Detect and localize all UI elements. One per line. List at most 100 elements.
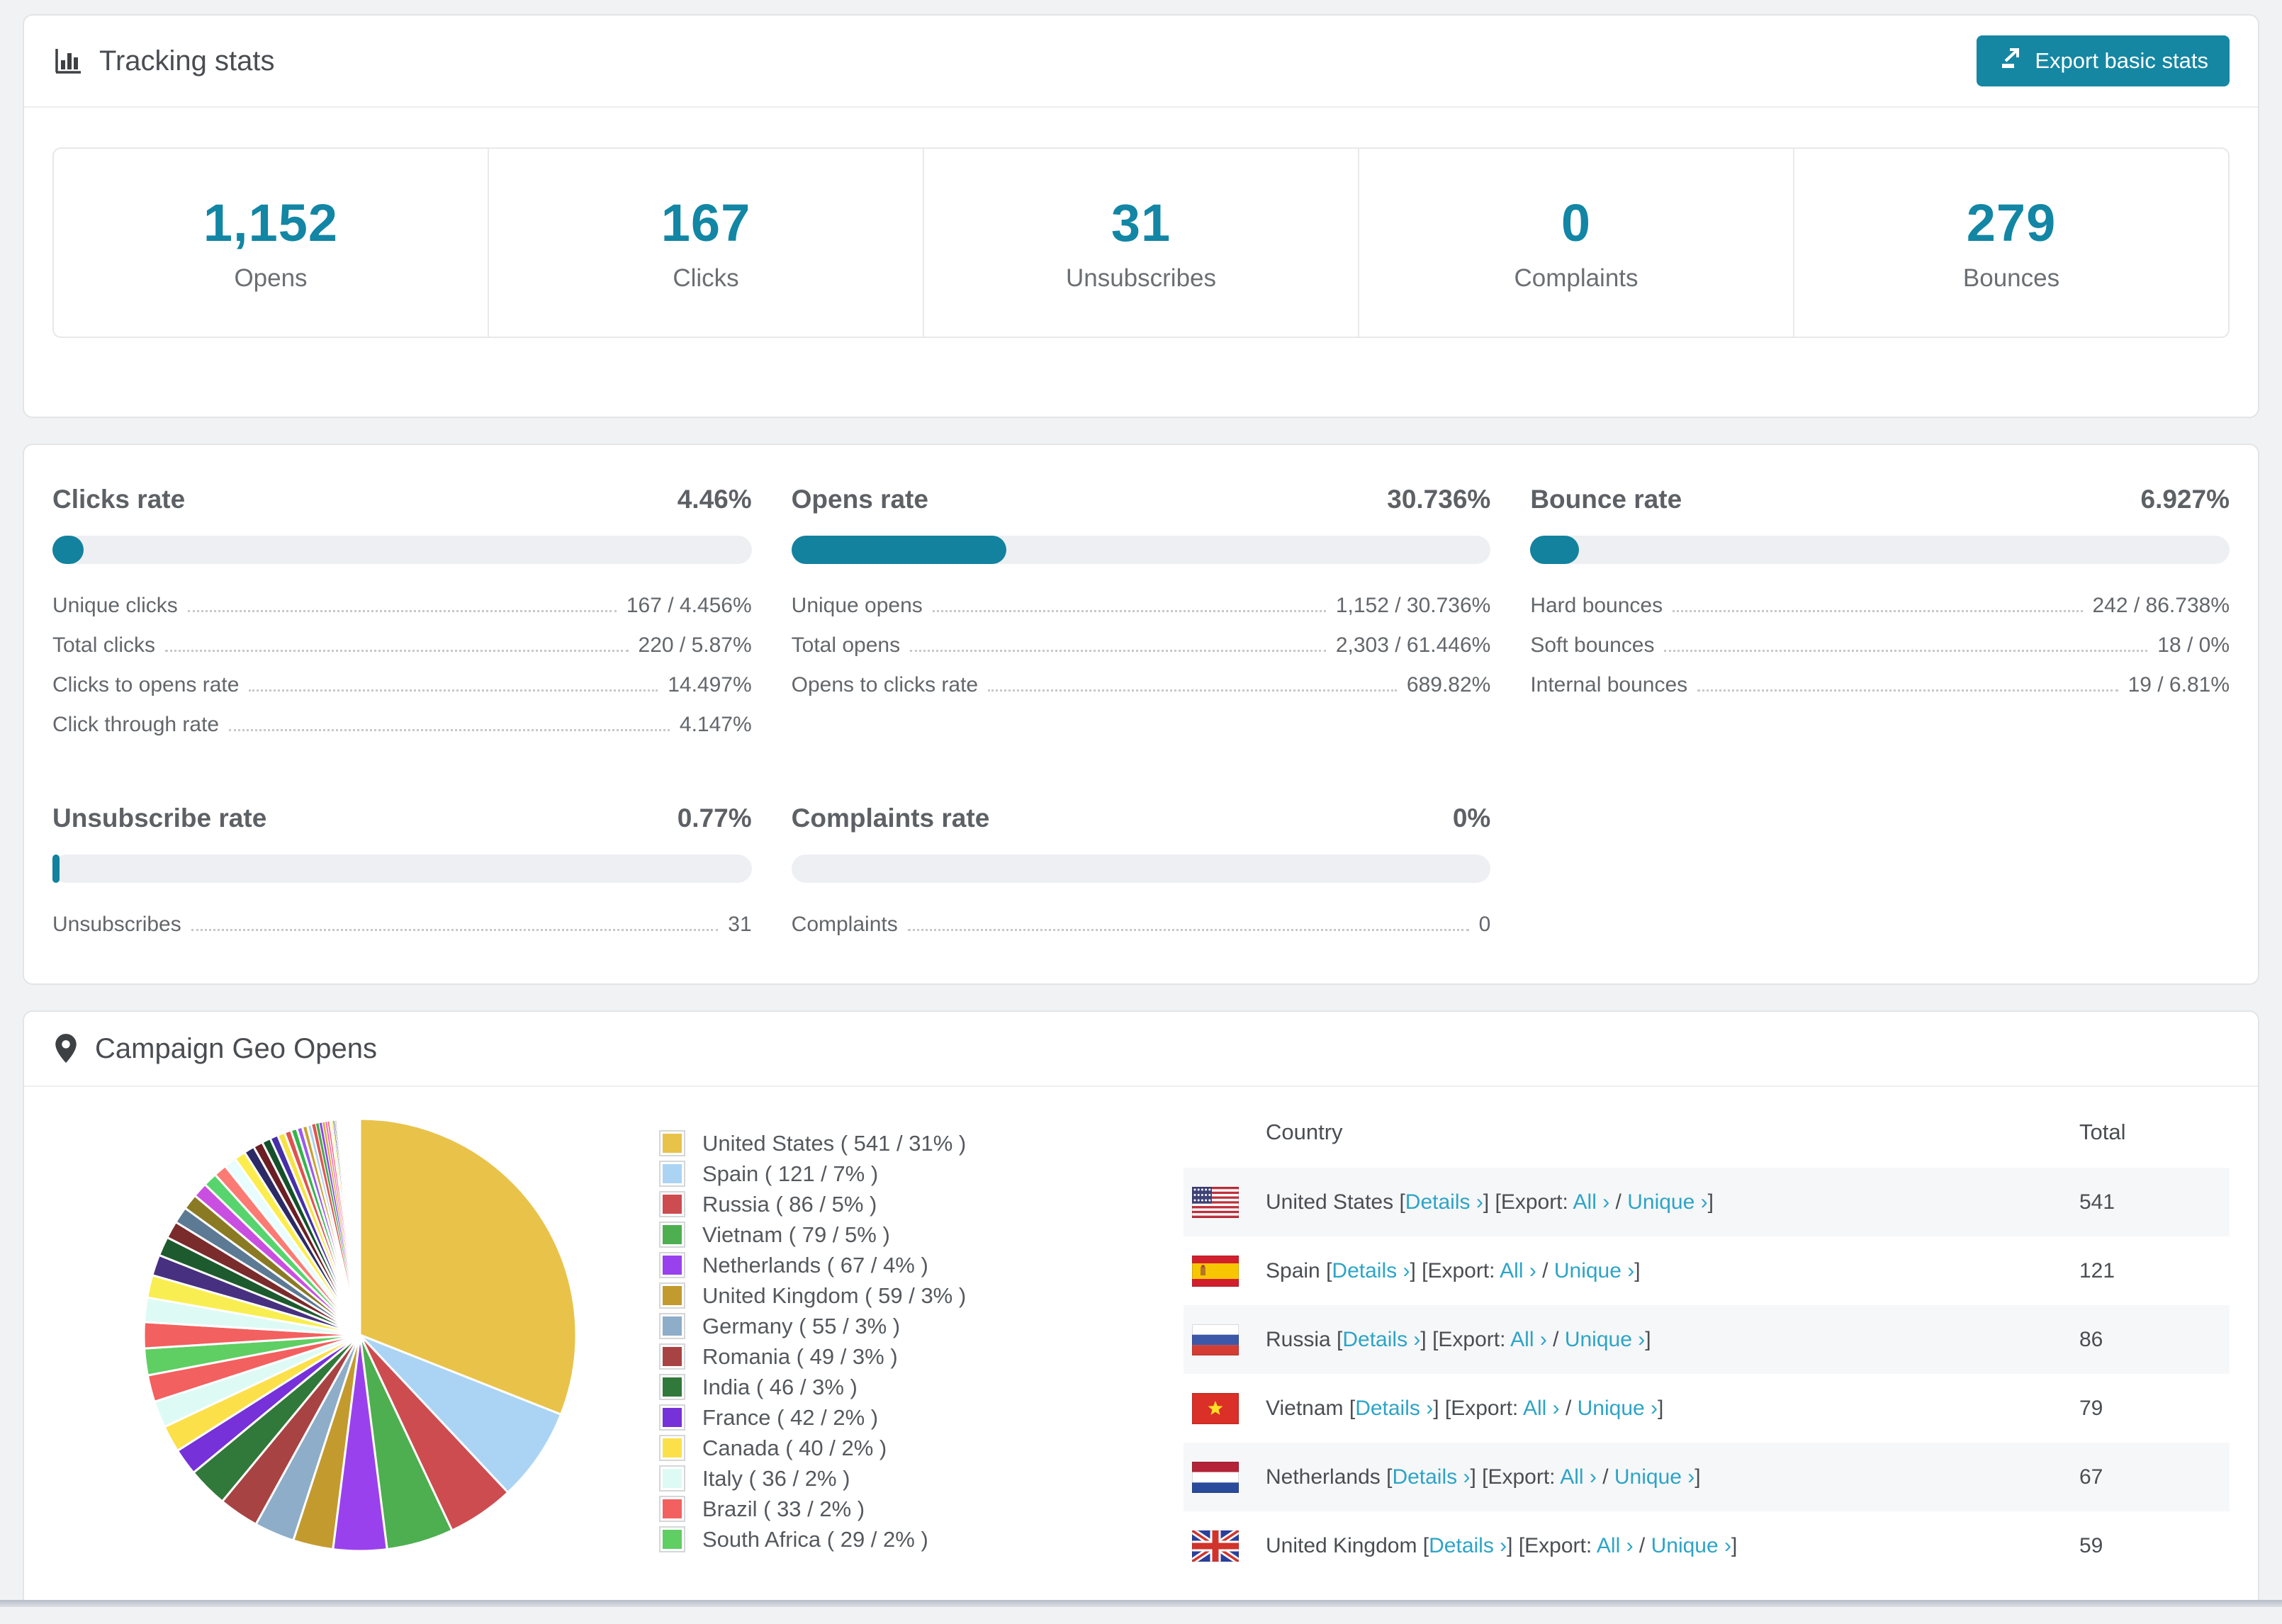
country-name: Netherlands <box>1266 1465 1381 1489</box>
country-flag-es <box>1192 1255 1239 1287</box>
total-column-header: Total <box>2079 1120 2126 1144</box>
detail-value: 19 / 6.81% <box>2128 673 2230 697</box>
rate-head: Clicks rate 4.46% <box>52 485 752 514</box>
legend-swatch <box>659 1465 685 1492</box>
total-value: 86 <box>2079 1327 2103 1351</box>
unsubscribe-rate-section: Unsubscribe rate 0.77% Unsubscribes 31 <box>52 803 752 952</box>
opens-rate-section: Opens rate 30.736% Unique opens 1,152 / 30.… <box>791 485 1491 752</box>
detail-value: 14.497% <box>668 673 752 697</box>
detail-row: Soft bounces 18 / 0% <box>1530 633 2230 673</box>
export-all-link[interactable]: All › <box>1510 1328 1547 1351</box>
export-unique-link[interactable]: Unique › <box>1554 1259 1634 1282</box>
detail-value: 31 <box>728 913 752 936</box>
detail-label: Unique clicks <box>52 594 178 617</box>
legend-item: Spain ( 121 / 7% ) <box>659 1158 1072 1189</box>
legend-label: Spain ( 121 / 7% ) <box>702 1161 879 1186</box>
rate-head: Bounce rate 6.927% <box>1530 485 2230 514</box>
legend-swatch <box>659 1252 685 1278</box>
export-all-link[interactable]: All › <box>1523 1397 1560 1420</box>
rate-value: 0.77% <box>677 803 752 833</box>
legend-label: Germany ( 55 / 3% ) <box>702 1313 901 1338</box>
stat-cell-bounces: 279 Bounces <box>1793 149 2228 337</box>
export-icon <box>1998 45 2023 77</box>
rate-rows: Complaints 0 <box>792 913 1491 952</box>
horizontal-scrollbar[interactable] <box>0 1600 2282 1607</box>
detail-row: Internal bounces 19 / 6.81% <box>1530 673 2230 713</box>
bounce-rate-section: Bounce rate 6.927% Hard bounces 242 / 86.73… <box>1530 485 2230 752</box>
legend-item: Canada ( 40 / 2% ) <box>659 1433 1072 1463</box>
legend-label: France ( 42 / 2% ) <box>702 1404 879 1430</box>
export-unique-link[interactable]: Unique › <box>1565 1328 1645 1351</box>
stats-summary-row: 1,152 Opens 167 Clicks 31 Unsubscribes 0 Compla… <box>52 147 2230 338</box>
rate-progress-track <box>52 855 752 883</box>
legend-label: Romania ( 49 / 3% ) <box>702 1343 898 1369</box>
rate-head: Opens rate 30.736% <box>792 485 1491 514</box>
page-title: Tracking stats <box>99 45 275 77</box>
export-all-link[interactable]: All › <box>1500 1259 1536 1282</box>
export-unique-link[interactable]: Unique › <box>1627 1190 1707 1214</box>
detail-row: Opens to clicks rate 689.82% <box>792 673 1491 713</box>
country-flag-gb <box>1192 1530 1239 1562</box>
legend-label: United States ( 541 / 31% ) <box>702 1130 967 1156</box>
rate-progress-fill <box>52 855 60 883</box>
geo-table-row: United States [Details ›] [Export: All ›… <box>1184 1168 2230 1236</box>
legend-swatch <box>659 1191 685 1217</box>
detail-value: 689.82% <box>1406 673 1491 697</box>
legend-item: Brazil ( 33 / 2% ) <box>659 1494 1072 1524</box>
details-link[interactable]: Details › <box>1342 1328 1420 1351</box>
detail-label: Total opens <box>791 633 901 657</box>
rate-title: Unsubscribe rate <box>52 803 267 833</box>
campaign-geo-opens-card: Campaign Geo Opens United States ( 541 /… <box>23 1010 2259 1574</box>
country-column-header: Country <box>1266 1120 1343 1144</box>
export-all-link[interactable]: All › <box>1597 1534 1634 1557</box>
legend-swatch <box>659 1313 685 1339</box>
dotted-leader <box>187 610 617 612</box>
detail-label: Internal bounces <box>1530 673 1688 697</box>
rate-rows: Hard bounces 242 / 86.738% Soft bounces 18 … <box>1530 594 2230 713</box>
export-all-link[interactable]: All › <box>1560 1465 1597 1489</box>
details-link[interactable]: Details › <box>1429 1534 1507 1557</box>
detail-label: Unsubscribes <box>52 913 181 936</box>
export-basic-stats-button[interactable]: Export basic stats <box>1977 35 2230 86</box>
rate-title: Complaints rate <box>791 803 990 833</box>
rate-title: Clicks rate <box>52 485 186 514</box>
legend-item: Vietnam ( 79 / 5% ) <box>659 1219 1072 1250</box>
tracking-stats-title: Tracking stats <box>52 45 274 77</box>
legend-swatch <box>659 1404 685 1431</box>
stat-value: 31 <box>1111 193 1171 252</box>
legend-label: South Africa ( 29 / 2% ) <box>702 1526 928 1552</box>
details-link[interactable]: Details › <box>1332 1259 1410 1282</box>
export-unique-link[interactable]: Unique › <box>1614 1465 1694 1489</box>
export-unique-link[interactable]: Unique › <box>1651 1534 1731 1557</box>
legend-label: Canada ( 40 / 2% ) <box>702 1435 887 1460</box>
total-value: 541 <box>2079 1190 2115 1214</box>
export-all-link[interactable]: All › <box>1573 1190 1610 1214</box>
details-link[interactable]: Details › <box>1355 1397 1433 1420</box>
stat-cell-complaints: 0 Complaints <box>1358 149 1793 337</box>
stat-label: Opens <box>234 264 308 292</box>
dotted-leader <box>907 929 1469 931</box>
rate-head: Unsubscribe rate 0.77% <box>52 803 752 833</box>
export-unique-link[interactable]: Unique › <box>1578 1397 1658 1420</box>
page: Tracking stats Export basic stats 1,152 O… <box>0 0 2282 1574</box>
detail-value: 2,303 / 61.446% <box>1335 633 1491 657</box>
details-link[interactable]: Details › <box>1405 1190 1483 1214</box>
stat-value: 0 <box>1561 193 1592 252</box>
stat-label: Unsubscribes <box>1065 264 1217 292</box>
geo-table-row: Russia [Details ›] [Export: All › / Uniq… <box>1184 1305 2230 1374</box>
details-link[interactable]: Details › <box>1392 1465 1470 1489</box>
rate-progress-fill <box>52 536 84 564</box>
complaints-rate-section: Complaints rate 0% Complaints 0 <box>791 803 1491 952</box>
detail-row: Unique clicks 167 / 4.456% <box>52 594 752 633</box>
rate-progress-track <box>1530 536 2230 564</box>
legend-item: Romania ( 49 / 3% ) <box>659 1341 1072 1372</box>
dotted-leader <box>932 610 1326 612</box>
geo-table-row: United Kingdom [Details ›] [Export: All … <box>1184 1511 2230 1574</box>
rate-progress-track <box>791 855 1491 883</box>
dotted-leader <box>910 650 1326 652</box>
detail-label: Click through rate <box>52 713 220 736</box>
detail-row: Unsubscribes 31 <box>52 913 752 952</box>
detail-label: Soft bounces <box>1530 633 1655 657</box>
rate-progress-fill <box>1530 536 1579 564</box>
stat-label: Clicks <box>673 264 739 292</box>
